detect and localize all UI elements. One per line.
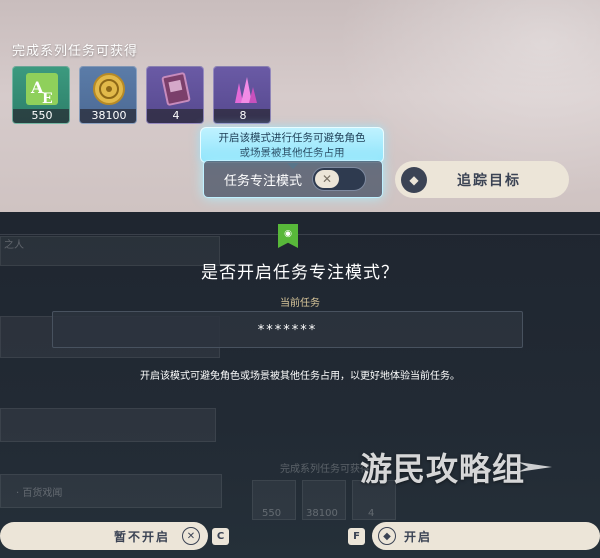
open-button[interactable]: ◆ 开启 [372, 522, 600, 550]
key-hint-f: F [348, 528, 365, 545]
reward-count: 38100 [80, 109, 136, 123]
reward-item[interactable]: 8 [213, 66, 271, 124]
rewards-title: 完成系列任务可获得 [12, 44, 139, 59]
focus-mode-toggle[interactable]: ✕ [312, 167, 367, 191]
diamond-icon: ◆ [401, 166, 427, 193]
svg-text:E: E [42, 91, 53, 107]
bg-text: 之人 [4, 240, 24, 251]
tooltip-line: 开启该模式进行任务可避免角色 [218, 132, 366, 144]
cancel-button[interactable]: 暂不开启 ✕ [0, 522, 208, 550]
current-quest-label: 当前任务 [280, 298, 320, 309]
cancel-label: 暂不开启 [113, 529, 170, 544]
diamond-icon: ◆ [378, 527, 396, 545]
reward-item[interactable]: A E 550 [12, 66, 70, 124]
dialog-title: 是否开启任务专注模式？ [201, 263, 399, 283]
divider [0, 234, 600, 235]
close-icon: ✕ [182, 527, 200, 545]
focus-mode-tooltip: 开启该模式进行任务可避免角色 或场景被其他任务占用 [200, 127, 384, 169]
bg-text: 完成系列任务可获得 [280, 464, 370, 475]
hero-wit-book-icon [147, 67, 203, 111]
key-hint-c: C [212, 528, 229, 545]
focus-mode-label: 任务专注模式 [224, 173, 303, 189]
tooltip-line: 或场景被其他任务占用 [239, 147, 345, 159]
crystal-ore-icon [214, 67, 270, 111]
guide-book-icon: A E [13, 67, 69, 111]
bg-text: 550 [262, 508, 282, 519]
bg-text: 38100 [306, 508, 338, 519]
reward-item[interactable]: 38100 [79, 66, 137, 124]
track-target-button[interactable]: ◆ 追踪目标 [395, 161, 569, 198]
focus-mode-toggle-row[interactable]: 任务专注模式 ✕ [203, 160, 383, 198]
reward-item[interactable]: 4 [146, 66, 204, 124]
rewards-list: A E 550 38100 4 8 [12, 66, 271, 124]
bg-text: · 百货戏闻 [16, 488, 63, 499]
track-target-label: 追踪目标 [457, 172, 521, 189]
dialog-description: 开启该模式可避免角色或场景被其他任务占用，以更好地体验当前任务。 [140, 371, 460, 382]
reward-count: 8 [214, 109, 270, 123]
bg-quest-item [0, 408, 216, 442]
close-icon: ✕ [315, 170, 340, 188]
reward-count: 4 [147, 109, 203, 123]
open-label: 开启 [404, 529, 433, 544]
quest-panel-top: 完成系列任务可获得 A E 550 38100 4 8 开启该模式进行任务可避免… [0, 0, 600, 212]
focus-mode-dialog: 之人 · 百货戏闻 完成系列任务可获得 550 38100 4 ◉ 是否开启任务… [0, 212, 600, 558]
reward-count: 550 [13, 109, 69, 123]
eye-bookmark-icon: ◉ [278, 224, 298, 248]
watermark: 游民攻略组 [360, 450, 526, 488]
bg-text: 4 [368, 508, 375, 519]
mora-coin-icon [80, 67, 136, 111]
current-quest-name: ******* [52, 311, 523, 348]
